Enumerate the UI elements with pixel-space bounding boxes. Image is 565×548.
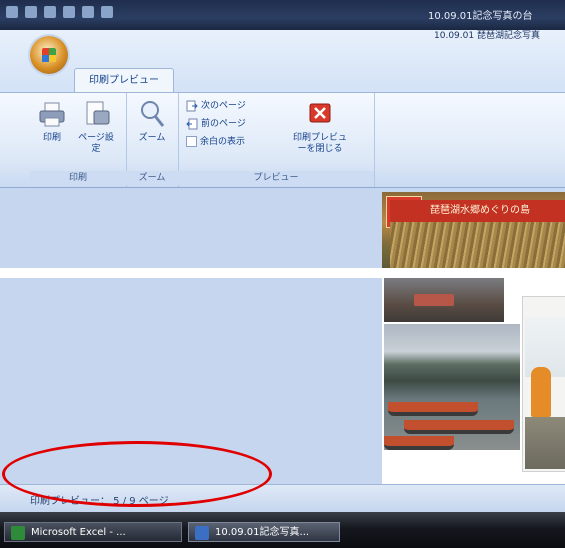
ribbon: 印刷 ページ設定 印刷 ズーム ズーム プレビュー 次のページ 前のページ 余白… bbox=[0, 92, 565, 188]
previous-page-icon bbox=[186, 118, 198, 129]
document-icon bbox=[195, 526, 209, 540]
checkbox-icon bbox=[186, 136, 197, 147]
page-setup-button[interactable]: ページ設定 bbox=[76, 99, 116, 155]
boat-shape bbox=[414, 294, 454, 306]
boat-photo-small bbox=[384, 278, 504, 322]
group-label-zoom: ズーム bbox=[126, 171, 178, 185]
print-icon[interactable] bbox=[63, 6, 75, 18]
excel-icon bbox=[11, 526, 25, 540]
undo-icon[interactable] bbox=[25, 6, 37, 18]
zoom-button[interactable]: ズーム bbox=[132, 99, 172, 144]
next-page-button[interactable]: 次のページ bbox=[186, 99, 246, 113]
tab-print-preview[interactable]: 印刷プレビュー bbox=[74, 68, 174, 93]
next-page-icon bbox=[186, 100, 198, 111]
save-icon[interactable] bbox=[6, 6, 18, 18]
redo-icon[interactable] bbox=[44, 6, 56, 18]
close-icon bbox=[309, 103, 331, 123]
person-photo bbox=[522, 296, 565, 472]
ribbon-group-zoom: ズーム ズーム bbox=[126, 93, 179, 187]
print-button[interactable]: 印刷 bbox=[32, 99, 72, 144]
excel-window-top: 10.09.01記念写真の台 10.09.01 琵琶湖記念写真 印刷プレビュー … bbox=[0, 0, 565, 268]
group-label-print: 印刷 bbox=[30, 171, 126, 185]
window-title: 10.09.01記念写真の台 bbox=[428, 11, 533, 22]
harbor-boats-photo bbox=[384, 324, 520, 450]
chart-icon[interactable] bbox=[82, 6, 94, 18]
document-title: 10.09.01 琵琶湖記念写真 bbox=[434, 31, 540, 41]
taskbar-item-excel[interactable]: Microsoft Excel - ... bbox=[4, 522, 182, 542]
group-label-preview: プレビュー bbox=[178, 171, 374, 185]
close-preview-button[interactable]: 印刷プレビューを閉じる bbox=[290, 99, 350, 155]
preview-page-image: 琵琶湖水郷めぐりの島 bbox=[382, 192, 565, 268]
boat-shape bbox=[404, 420, 514, 434]
annotation-circle bbox=[2, 441, 272, 507]
ground-area bbox=[525, 417, 565, 469]
page-setup-icon bbox=[86, 101, 110, 125]
title-bar: 10.09.01記念写真の台 bbox=[0, 0, 565, 30]
show-margins-checkbox[interactable]: 余白の表示 bbox=[186, 135, 245, 149]
office-button[interactable] bbox=[30, 36, 68, 74]
office-logo-icon bbox=[42, 48, 56, 62]
quick-access-toolbar bbox=[6, 6, 113, 18]
boat-shape bbox=[384, 436, 454, 450]
reed-field-photo bbox=[390, 222, 565, 268]
excel-window-bottom: 印刷プレビュー： 5 / 9 ページ Microsoft Excel - ...… bbox=[0, 278, 565, 548]
magnifier-icon bbox=[141, 101, 165, 127]
preview-banner-text: 琵琶湖水郷めぐりの島 bbox=[390, 200, 565, 222]
previous-page-button[interactable]: 前のページ bbox=[186, 117, 246, 131]
boat-shape bbox=[388, 402, 478, 416]
printer-icon bbox=[39, 102, 65, 127]
screenshot-separator bbox=[0, 268, 565, 278]
taskbar-item-document[interactable]: 10.09.01記念写真... bbox=[188, 522, 340, 542]
person-figure bbox=[531, 367, 551, 417]
preview-page-photos bbox=[382, 278, 565, 484]
dropdown-icon[interactable] bbox=[101, 6, 113, 18]
taskbar: Microsoft Excel - ... 10.09.01記念写真... bbox=[0, 512, 565, 548]
ribbon-group-print: 印刷 ページ設定 印刷 bbox=[30, 93, 127, 187]
